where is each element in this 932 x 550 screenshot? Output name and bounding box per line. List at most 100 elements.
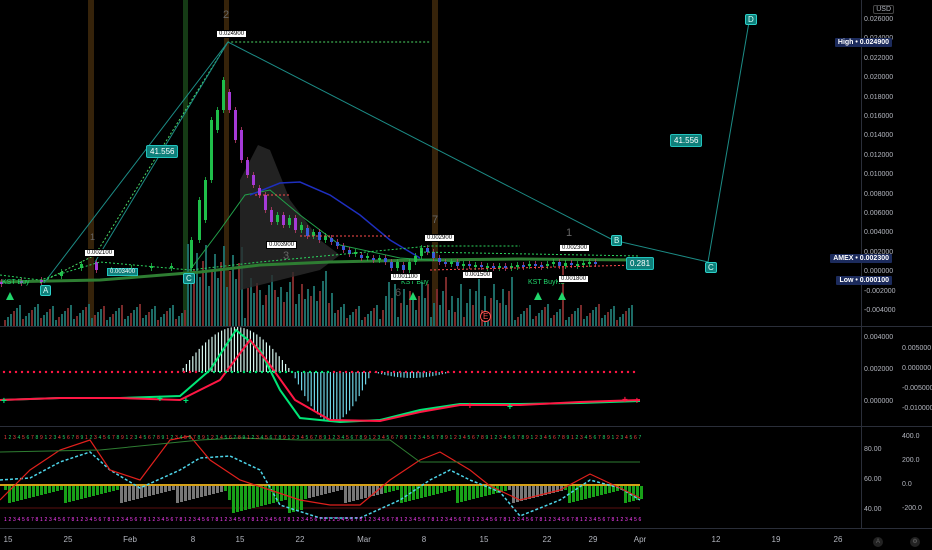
volume-bar	[145, 315, 147, 326]
osc-histogram-bar	[140, 486, 143, 498]
seq-count-digit: 6	[472, 435, 475, 441]
point-d-label[interactable]: D	[745, 14, 757, 25]
volume-bar	[61, 314, 63, 326]
seq-count-digit: 6	[495, 517, 498, 523]
seq-count-digit: 1	[490, 435, 493, 441]
wave-ratio-label-left[interactable]: 41.556	[146, 145, 179, 158]
volume-bar	[100, 309, 102, 326]
candle-body	[252, 175, 255, 185]
seq-count-digit: 7	[31, 435, 34, 441]
volume-bar	[307, 289, 309, 326]
osc-histogram-bar	[336, 486, 339, 491]
seq-count-digit: 4	[594, 517, 597, 523]
zero-dot	[2, 370, 6, 374]
volume-bar	[448, 310, 450, 326]
seq-count-digit: 8	[36, 517, 39, 523]
candle-body	[450, 262, 453, 264]
point-a-label[interactable]: A	[40, 285, 52, 296]
volume-bar	[361, 320, 363, 326]
seq-count-digit: 4	[90, 517, 93, 523]
seq-count-digit: 6	[108, 435, 111, 441]
zero-dot	[332, 370, 336, 374]
candle-body	[384, 258, 387, 262]
time-tick: Mar	[357, 535, 371, 544]
point-c2-label[interactable]: C	[705, 262, 717, 273]
volume-bar	[601, 318, 603, 326]
candle-body	[372, 258, 375, 260]
seq-count-digit: 7	[193, 435, 196, 441]
settings-gear-icon[interactable]: ⚙	[910, 537, 920, 547]
volume-bar	[13, 311, 15, 326]
volume-bar	[16, 308, 18, 326]
buy-arrow-icon	[534, 292, 542, 300]
volume-bar	[631, 305, 633, 326]
seq-count-digit: 8	[72, 517, 75, 523]
volume-bar	[73, 319, 75, 326]
volume-bar	[466, 303, 468, 326]
volume-bar	[520, 314, 522, 326]
seq-count-digit: 1	[126, 435, 129, 441]
point-b-label[interactable]: B	[611, 235, 623, 246]
osc-histogram-bar	[316, 486, 319, 496]
seq-count-digit: 3	[301, 517, 304, 523]
volume-bar	[454, 312, 456, 326]
wave-ratio-label-right[interactable]: 41.556	[670, 134, 703, 147]
currency-badge[interactable]: USD	[873, 5, 894, 14]
volume-bar	[301, 284, 303, 326]
volume-bar	[568, 317, 570, 326]
osc-histogram-bar	[404, 486, 407, 502]
volume-bar	[184, 310, 186, 326]
volume-bar	[289, 282, 291, 326]
volume-bar	[166, 311, 168, 326]
osc-green-line	[0, 437, 640, 463]
seq-count-digit: 6	[459, 517, 462, 523]
green-dotted-level	[419, 251, 641, 257]
seq-count-digit: 7	[535, 517, 538, 523]
zero-dot	[296, 370, 300, 374]
seq-count-digit: 2	[189, 517, 192, 523]
volume-bar	[316, 301, 318, 326]
seq-count-digit: 1	[472, 517, 475, 523]
seq-count-digit: 6	[27, 435, 30, 441]
seq-count-digit: 6	[148, 435, 151, 441]
seq-count-digit: 2	[405, 517, 408, 523]
osc-tick-right: -200.0	[902, 505, 922, 512]
price-box-3: 0.002900	[424, 234, 456, 242]
macd-tick-right: 0.000000	[902, 365, 932, 372]
cross-marker: +	[634, 396, 640, 407]
volume-bar	[457, 298, 459, 326]
seq-count-digit: 2	[373, 435, 376, 441]
volume-bar	[49, 309, 51, 326]
seq-count-digit: 5	[526, 517, 529, 523]
osc-histogram-bar	[64, 486, 67, 503]
volume-bar	[19, 305, 21, 326]
zero-dot	[446, 370, 450, 374]
seq-count-digit: 2	[252, 435, 255, 441]
zero-dot	[194, 370, 198, 374]
zero-dot	[314, 370, 318, 374]
osc-histogram-bar	[236, 486, 239, 512]
point-c-label[interactable]: C	[183, 273, 195, 284]
volume-bar	[622, 314, 624, 326]
seq-count-digit: 9	[526, 435, 529, 441]
volume-bar	[28, 313, 30, 326]
seq-count-digit: 2	[333, 435, 336, 441]
seq-count-digit: 3	[481, 517, 484, 523]
volume-bar	[553, 315, 555, 326]
zero-dot	[74, 370, 78, 374]
volume-bar	[94, 315, 96, 326]
zero-dot	[86, 370, 90, 374]
seq-count-digit: 7	[67, 517, 70, 523]
seq-count-digit: 3	[373, 517, 376, 523]
seq-count-digit: 3	[337, 435, 340, 441]
seq-count-digit: 7	[558, 435, 561, 441]
seq-count-digit: 7	[355, 517, 358, 523]
volume-bar	[337, 310, 339, 326]
price-tick: 0.018000	[864, 93, 894, 101]
auto-scale-button[interactable]: A	[873, 537, 883, 547]
osc-histogram-bar	[444, 486, 447, 492]
candle-body	[594, 262, 597, 264]
seq-count-digit: 7	[315, 435, 318, 441]
seq-count-digit: 9	[486, 435, 489, 441]
current-ratio-label[interactable]: 0.281	[626, 257, 655, 270]
